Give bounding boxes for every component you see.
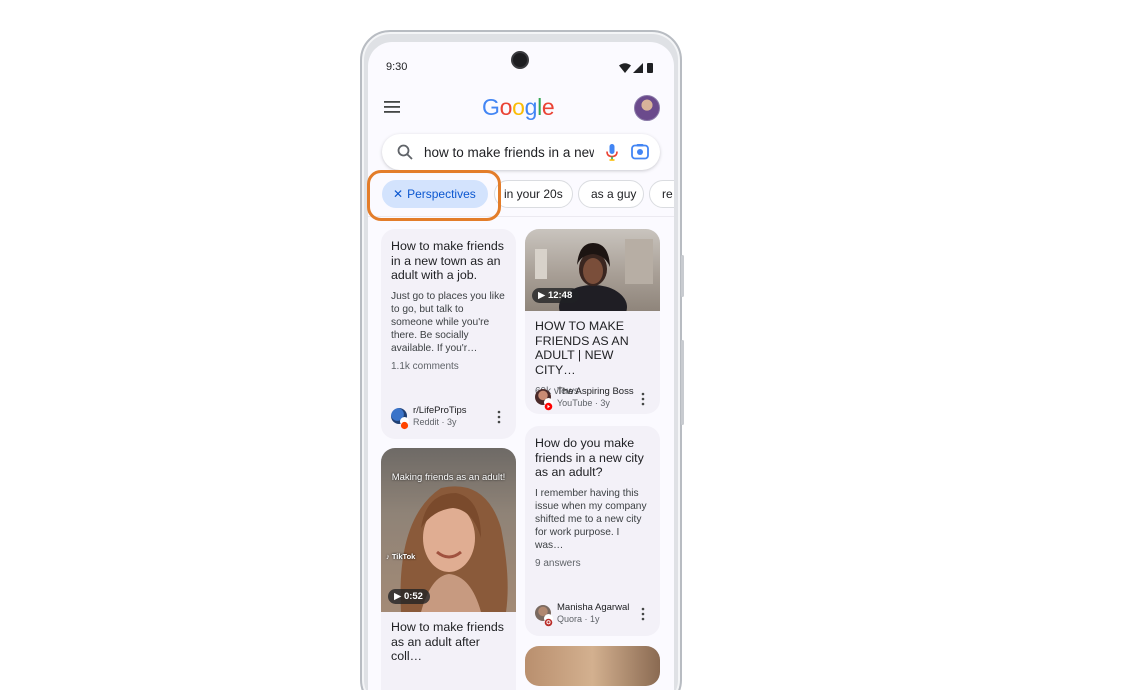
- mic-icon[interactable]: [602, 142, 622, 162]
- video-overlay-text: Making friends as an adult!: [391, 472, 506, 483]
- duration-text: 12:48: [547, 290, 573, 301]
- youtube-icon: [544, 398, 553, 411]
- battery-icon: [647, 63, 653, 73]
- volume-button: [681, 340, 684, 425]
- card-title[interactable]: HOW TO MAKE FRIENDS AS AN ADULT | NEW CI…: [535, 319, 650, 377]
- chips-divider: [368, 216, 674, 217]
- google-lens-icon[interactable]: [630, 142, 650, 162]
- card-snippet: I remember having this issue when my com…: [535, 487, 647, 551]
- source-attribution[interactable]: r/LifeProTips Reddit · 3y: [391, 405, 511, 430]
- result-card-quora[interactable]: How do you make friends in a new city as…: [525, 426, 660, 636]
- logo-letter: e: [541, 94, 555, 120]
- signal-icon: [633, 63, 643, 73]
- quora-icon: [544, 614, 553, 627]
- chip-perspectives[interactable]: ✕ Perspectives: [382, 180, 488, 208]
- chip-partial[interactable]: re: [649, 180, 674, 208]
- video-duration: ▶ 12:48: [532, 288, 580, 303]
- video-thumbnail[interactable]: Making friends as an adult! ♪ TikTok ▶ 0…: [381, 448, 516, 612]
- logo-letter: g: [524, 94, 538, 120]
- logo-letter: G: [482, 94, 500, 120]
- card-title[interactable]: How to make friends as an adult after co…: [391, 620, 506, 664]
- power-button: [681, 255, 684, 297]
- filter-chips: ✕ Perspectives in your 20s as a guy re: [368, 180, 674, 210]
- source-attribution[interactable]: Manisha Agarwal Quora · 1y: [535, 602, 655, 627]
- video-duration: ▶ 0:52: [388, 589, 430, 604]
- chip-label: Perspectives: [407, 187, 476, 201]
- status-time: 9:30: [386, 61, 408, 73]
- source-sub: Quora · 1y: [557, 614, 600, 624]
- phone-screen: 9:30 Google ✕Perspectiv: [368, 42, 674, 690]
- reddit-icon: [400, 417, 409, 430]
- source-name: The Aspiring Boss: [557, 386, 634, 397]
- logo-letter: o: [499, 94, 513, 120]
- result-card-tiktok[interactable]: Making friends as an adult! ♪ TikTok ▶ 0…: [381, 448, 516, 690]
- source-sub: Reddit · 3y: [413, 417, 457, 427]
- source-name: Manisha Agarwal: [557, 602, 630, 613]
- chip-label: in your 20s: [504, 187, 563, 201]
- source-sub: YouTube · 3y: [557, 398, 610, 408]
- logo-letter: o: [512, 94, 525, 120]
- menu-icon[interactable]: [383, 100, 401, 114]
- close-icon[interactable]: ✕: [393, 187, 403, 201]
- search-input[interactable]: [424, 143, 594, 161]
- tiktok-watermark: ♪ TikTok: [386, 552, 416, 561]
- video-thumbnail[interactable]: ▶ 12:48: [525, 229, 660, 311]
- wifi-icon: [619, 63, 631, 73]
- more-vert-icon[interactable]: [638, 606, 648, 622]
- card-title[interactable]: How to make friends in a new town as an …: [391, 239, 506, 283]
- result-card-partial[interactable]: [525, 646, 660, 686]
- chip-label: re: [662, 187, 673, 201]
- chip-as-a-guy[interactable]: as a guy: [578, 180, 644, 208]
- chip-label: as a guy: [591, 187, 637, 201]
- search-bar[interactable]: [382, 134, 660, 170]
- result-card-reddit[interactable]: How to make friends in a new town as an …: [381, 229, 516, 439]
- more-vert-icon[interactable]: [494, 409, 504, 425]
- account-avatar[interactable]: [634, 95, 660, 121]
- more-vert-icon[interactable]: [638, 391, 648, 407]
- chip-in-your-20s[interactable]: in your 20s: [494, 180, 573, 208]
- result-card-youtube[interactable]: ▶ 12:48 HOW TO MAKE FRIENDS AS AN ADULT …: [525, 229, 660, 414]
- source-name: r/LifeProTips: [413, 405, 467, 416]
- card-title[interactable]: How do you make friends in a new city as…: [535, 436, 650, 480]
- search-icon: [397, 144, 413, 160]
- duration-text: 0:52: [403, 591, 423, 602]
- card-meta: 9 answers: [535, 557, 581, 569]
- watermark-text: TikTok: [391, 552, 416, 561]
- google-logo: Google: [482, 94, 555, 121]
- card-snippet: Just go to places you like to go, but ta…: [391, 290, 505, 354]
- status-icons: [619, 63, 653, 73]
- card-meta: 1.1k comments: [391, 360, 459, 372]
- source-attribution[interactable]: The Aspiring Boss YouTube · 3y: [535, 386, 655, 411]
- front-camera: [511, 51, 529, 69]
